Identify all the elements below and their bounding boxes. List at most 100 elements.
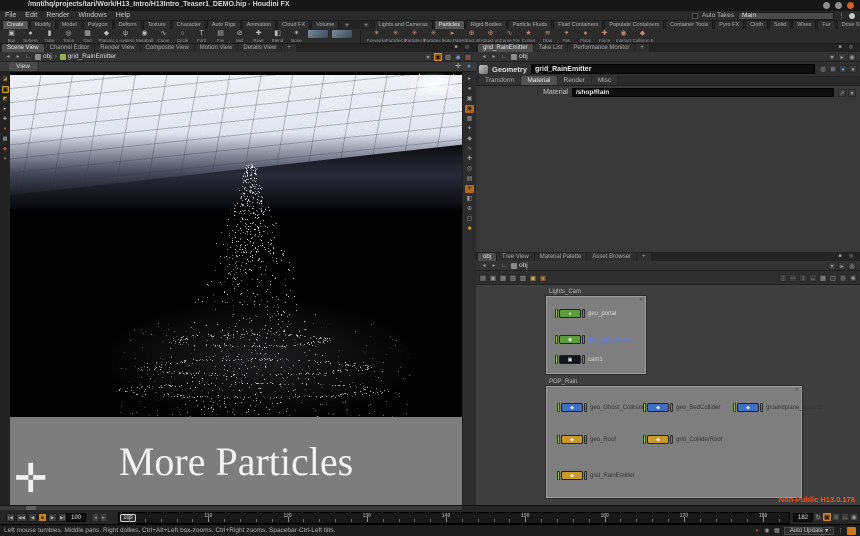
toolbar-icon[interactable]: ⊕ [829, 65, 837, 73]
shelf-tool[interactable]: ✳ Particles fr.. [387, 30, 404, 42]
toolbar-icon[interactable]: ≡ [832, 513, 840, 521]
toolbar-icon[interactable]: ▣ [434, 53, 442, 61]
shelf-tab[interactable]: Cloth [745, 21, 768, 29]
shelf-tool[interactable]: ◧ Blend [269, 30, 286, 42]
toolbar-icon[interactable]: ● [465, 85, 474, 93]
menu-item[interactable]: Render [46, 12, 69, 19]
toolbar-icon[interactable]: ◩ [2, 96, 9, 103]
auto-update-selector[interactable]: Auto Update▾ [784, 527, 834, 535]
shelf-tab[interactable]: Drive Simulation [837, 21, 860, 29]
network-node[interactable]: ◆ geo_Ghost_Collision [557, 403, 645, 412]
node-template-flag[interactable] [555, 335, 558, 344]
shelf-tool[interactable]: ◆ Collision B.. [634, 30, 651, 42]
toolbar-icon[interactable]: ✳ [465, 185, 474, 193]
shelf-tool[interactable]: ✳ Particles fr.. [425, 30, 442, 42]
menu-item[interactable]: Edit [25, 12, 37, 19]
network-node[interactable]: ◆ grid_ColliderRoof [643, 435, 722, 444]
params-path-root[interactable]: obj [511, 53, 528, 60]
shelf-gear-icon[interactable]: ✳ [341, 22, 352, 29]
node-display-flag[interactable] [582, 355, 585, 364]
toolbar-icon[interactable]: ▣ [465, 95, 474, 103]
network-box[interactable]: POP_Rain ✕ ◆ geo_Ghost_Collision ◆ geo_B… [546, 386, 802, 498]
maximize-button[interactable] [835, 2, 842, 9]
toolbar-icon[interactable]: ↔ [841, 513, 849, 521]
toolbar-icon[interactable]: ▦ [2, 136, 9, 143]
toolbar-icon[interactable]: ▧ [519, 274, 527, 282]
node-template-flag[interactable] [557, 471, 560, 480]
shelf-tool[interactable]: ◎ Torus [60, 30, 77, 42]
node-template-flag[interactable] [643, 435, 646, 444]
toolbar-icon[interactable]: ◎ [848, 262, 856, 270]
playback-button[interactable]: ◀ [28, 513, 37, 522]
shelf-tab[interactable]: Particles [434, 21, 465, 29]
toolbar-icon[interactable]: ▸ [100, 513, 107, 522]
toolbar-icon[interactable]: ▦ [499, 274, 507, 282]
path-root-chip[interactable]: obj [35, 53, 52, 60]
shelf-tab[interactable]: Wires [792, 21, 816, 29]
toolbar-icon[interactable]: ◂ [4, 53, 12, 61]
shelf-tab[interactable]: Fur [817, 21, 835, 29]
notification-icon[interactable] [849, 13, 855, 19]
playback-button[interactable]: |◀ [6, 513, 15, 522]
node-name-field[interactable]: grid_RainEmitter [531, 64, 815, 74]
toolbar-icon[interactable]: ✚ [2, 116, 9, 123]
shelf-tab[interactable]: Volume [311, 21, 339, 29]
viewport[interactable]: ◪▣◩▸✚●▦◆✶ More Particles ✛ ▸●▣◉▦✦◆∿✚◎▤✳◧… [0, 72, 476, 505]
pane-tab[interactable]: + [282, 44, 296, 52]
shelf-tool[interactable]: ▮ Tube [41, 30, 58, 42]
pane-tab[interactable]: Details View [238, 44, 281, 52]
toolbar-icon[interactable]: ▣ [489, 274, 497, 282]
shelf-tool[interactable]: ⊕ Attract on.. [482, 30, 499, 42]
toolbar-icon[interactable]: ● [465, 63, 473, 71]
pane-tab[interactable]: Scene View [2, 44, 44, 52]
toolbar-icon[interactable]: ▸ [465, 75, 474, 83]
shelf-tool[interactable]: ✶ Fireworks [368, 30, 385, 42]
toolbar-icon[interactable]: ◂ [92, 513, 99, 522]
viewport-3d-scene[interactable] [10, 72, 462, 417]
toolbar-icon[interactable]: ✛ [454, 63, 462, 71]
toolbar-icon[interactable]: ◎ [839, 274, 847, 282]
playback-button[interactable]: ▶ [48, 513, 57, 522]
minimize-button[interactable] [823, 2, 830, 9]
shelf-tool[interactable]: ★ Comet [520, 30, 537, 42]
shelf-tool[interactable]: ✶ Bone [288, 30, 305, 42]
parameter-tab[interactable]: Misc [592, 76, 617, 85]
toolbar-icon[interactable]: ▦ [819, 274, 827, 282]
current-frame-field[interactable]: 100 [66, 513, 86, 522]
menu-item[interactable]: Help [116, 12, 130, 19]
toolbar-icon[interactable]: ✚ [465, 155, 474, 163]
render-icon[interactable] [847, 527, 856, 535]
shelf-tab[interactable]: Model [57, 21, 82, 29]
toolbar-icon[interactable]: ▾ [828, 262, 836, 270]
toolbar-icon[interactable]: ▣ [539, 274, 547, 282]
toolbar-icon[interactable]: ▣ [529, 274, 537, 282]
network-node[interactable]: ▣ cam1 [555, 355, 603, 364]
toolbar-icon[interactable]: ▤ [465, 175, 474, 183]
node-template-flag[interactable] [557, 435, 560, 444]
shelf-tool[interactable]: ▸ Auto Patrol [444, 30, 461, 42]
toolbar-icon[interactable]: ◂ [480, 262, 488, 270]
shelf-tool[interactable]: ◉ Metaball [136, 30, 153, 42]
view-tab[interactable]: View [9, 62, 37, 71]
shelf-tool[interactable]: ⊘ Null [231, 30, 248, 42]
network-path-root[interactable]: obj [511, 262, 528, 269]
shelf-tool[interactable]: ▣ Box [3, 30, 20, 42]
toolbar-icon[interactable]: ⊕ [465, 205, 474, 213]
node-template-flag[interactable] [555, 309, 558, 318]
toolbar-icon[interactable]: ▥ [444, 53, 452, 61]
toolbar-icon[interactable]: ↔ [809, 274, 817, 282]
node-display-flag[interactable] [584, 403, 587, 412]
toolbar-icon[interactable]: ∟ [500, 53, 508, 61]
toolbar-icon[interactable]: ◎ [463, 43, 471, 51]
shelf-tab[interactable]: Pyro FX [714, 21, 744, 29]
scrollbar-thumb[interactable] [26, 506, 36, 510]
toolbar-icon[interactable]: ◂ [480, 53, 488, 61]
toolbar-icon[interactable]: ∟ [500, 262, 508, 270]
shelf-tab[interactable]: Lights and Cameras [374, 21, 433, 29]
pane-tab[interactable]: Composite View [141, 44, 194, 52]
toolbar-icon[interactable]: ■ [465, 225, 474, 233]
shelf-tab[interactable]: Character [172, 21, 206, 29]
node-template-flag[interactable] [643, 403, 646, 412]
shelf-tool[interactable]: ⊕ Attract int.. [463, 30, 480, 42]
menu-item[interactable]: File [5, 12, 16, 19]
